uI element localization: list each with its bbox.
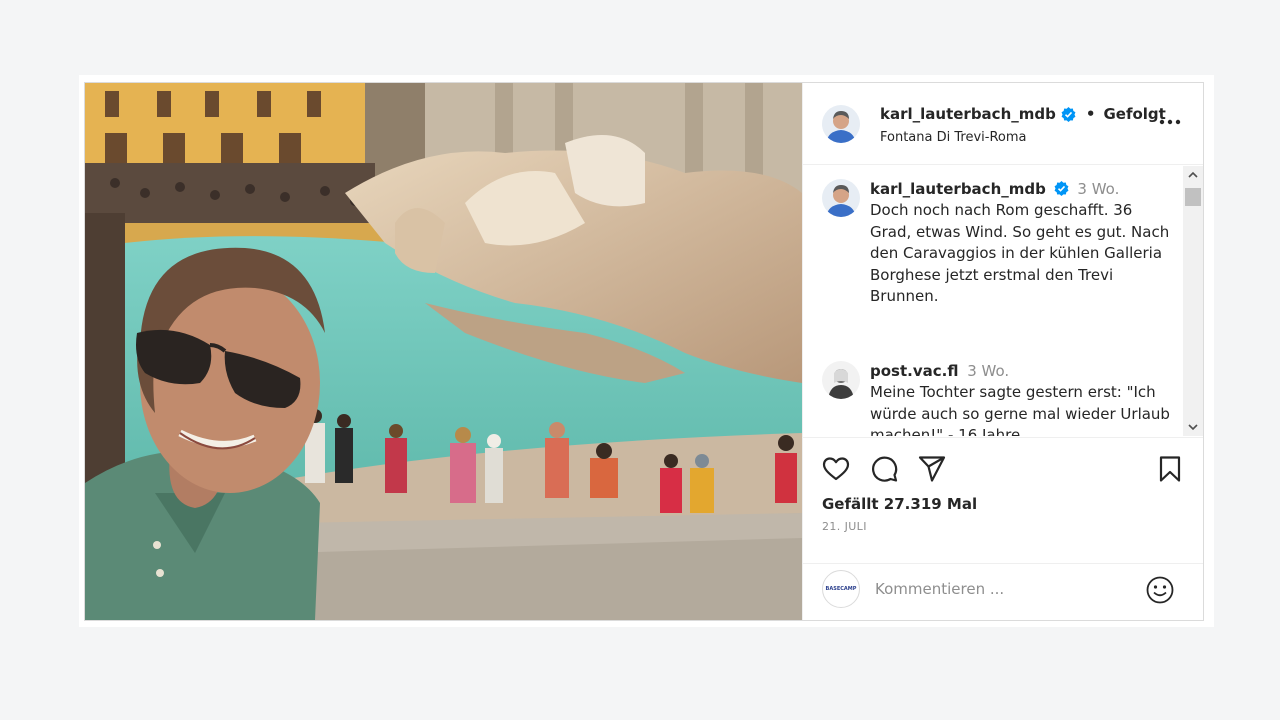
comment-avatar[interactable] — [822, 179, 860, 217]
verified-badge-icon — [1061, 106, 1076, 122]
comment-username[interactable]: karl_lauterbach_mdb — [870, 180, 1046, 198]
add-comment-bar: BASECAMP — [803, 563, 1203, 621]
post-actions: Gefällt 27.319 Mal 21. JULI BASECAMP — [803, 437, 1203, 620]
likes-count[interactable]: Gefällt 27.319 Mal — [822, 495, 977, 513]
post-location[interactable]: Fontana Di Trevi-Roma — [880, 130, 1026, 145]
comments-scrollbar[interactable] — [1183, 166, 1203, 436]
scrollbar-thumb[interactable] — [1185, 188, 1201, 206]
comment-text: Meine Tochter sagte gestern erst: "Ich w… — [870, 383, 1170, 436]
post-header: karl_lauterbach_mdb • Gefolgt Fontana Di… — [803, 83, 1203, 165]
share-icon[interactable] — [917, 454, 947, 484]
viewer-avatar: BASECAMP — [822, 570, 860, 608]
heart-icon[interactable] — [821, 454, 851, 484]
emoji-icon[interactable] — [1145, 575, 1175, 605]
comment-time[interactable]: 3 Wo. — [1077, 180, 1119, 198]
bookmark-icon[interactable] — [1155, 454, 1185, 484]
comment-icon[interactable] — [869, 454, 899, 484]
post-date[interactable]: 21. JULI — [822, 520, 867, 533]
comment-avatar[interactable] — [822, 361, 860, 399]
separator-dot: • — [1085, 105, 1096, 123]
instagram-post: karl_lauterbach_mdb • Gefolgt Fontana Di… — [84, 82, 1204, 621]
follow-status-button[interactable]: Gefolgt — [1103, 105, 1165, 123]
post-sidebar: karl_lauterbach_mdb • Gefolgt Fontana Di… — [802, 83, 1203, 620]
comment-body: post.vac.fl 3 Wo. Meine Tochter sagte ge… — [870, 361, 1170, 436]
more-options-icon[interactable] — [1159, 119, 1181, 125]
comments-list: karl_lauterbach_mdb 3 Wo. Doch noch nach… — [803, 166, 1184, 436]
comment-text: Doch noch nach Rom geschafft. 36 Grad, e… — [870, 201, 1170, 306]
author-username[interactable]: karl_lauterbach_mdb — [880, 105, 1056, 123]
author-line: karl_lauterbach_mdb • Gefolgt — [880, 105, 1166, 123]
comment-time[interactable]: 3 Wo. — [967, 362, 1009, 380]
comment-input[interactable] — [875, 576, 1125, 602]
author-avatar[interactable] — [822, 105, 860, 143]
post-photo[interactable] — [85, 83, 802, 620]
comment-body: karl_lauterbach_mdb 3 Wo. Doch noch nach… — [870, 179, 1170, 307]
scroll-down-icon[interactable] — [1187, 421, 1199, 433]
scroll-up-icon[interactable] — [1187, 169, 1199, 181]
comment-username[interactable]: post.vac.fl — [870, 362, 958, 380]
verified-badge-icon — [1054, 181, 1069, 196]
